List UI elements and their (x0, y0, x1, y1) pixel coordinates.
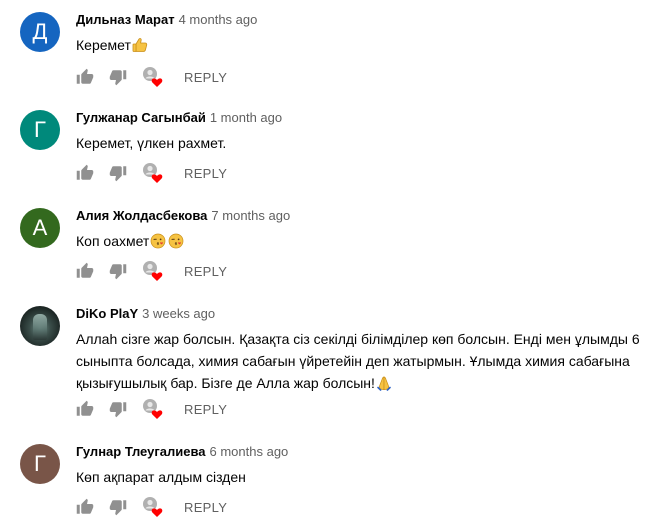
kiss-face-emoji-icon (150, 233, 166, 249)
comment-header: Алия Жолдасбекова 7 months ago (76, 208, 290, 224)
comment-time[interactable]: 3 weeks ago (142, 306, 215, 321)
comment-header: Дильназ Марат 4 months ago (76, 12, 257, 28)
comment-time[interactable]: 7 months ago (211, 208, 290, 223)
comment-header: Гулжанар Сагынбай 1 month ago (76, 110, 282, 126)
comment-text: Коп оахмет (76, 230, 656, 252)
comment-text-content: Аллаh сізге жар болсын. Қазақта сіз секі… (76, 331, 640, 391)
reply-button[interactable]: REPLY (184, 260, 227, 284)
thumbs-down-icon[interactable] (109, 164, 127, 182)
creator-heart-icon (143, 67, 163, 87)
thumbs-down-icon[interactable] (109, 400, 127, 418)
comment-text-content: Керемет, үлкен рахмет. (76, 135, 227, 151)
author-name[interactable]: Дильназ Марат (76, 12, 175, 27)
thumbs-down-icon[interactable] (109, 498, 127, 516)
avatar[interactable] (20, 306, 60, 346)
reply-button[interactable]: REPLY (184, 398, 227, 422)
creator-heart-icon (143, 163, 163, 183)
author-name[interactable]: Алия Жолдасбекова (76, 208, 207, 223)
comment-text: Керемет (76, 34, 656, 56)
comment-header: Гулнар Тлеугалиева 6 months ago (76, 444, 288, 460)
comment-text-content: Көп ақпарат алдым сізден (76, 469, 246, 485)
creator-heart-icon (143, 497, 163, 517)
thumbs-down-icon[interactable] (109, 68, 127, 86)
creator-heart-icon (143, 399, 163, 419)
comment-text-content: Керемет (76, 37, 131, 53)
thumbs-up-icon[interactable] (76, 400, 94, 418)
author-name[interactable]: Гулжанар Сагынбай (76, 110, 206, 125)
comment-text: Керемет, үлкен рахмет. (76, 132, 656, 154)
comment-time[interactable]: 4 months ago (179, 12, 258, 27)
reply-button[interactable]: REPLY (184, 66, 227, 90)
avatar[interactable]: Д (20, 12, 60, 52)
thumbs-up-icon[interactable] (76, 68, 94, 86)
kiss-face-emoji-icon (168, 233, 184, 249)
creator-heart-icon (143, 261, 163, 281)
comment-time[interactable]: 6 months ago (210, 444, 289, 459)
comment-header: DiKo PlaY 3 weeks ago (76, 306, 215, 322)
comment-time[interactable]: 1 month ago (210, 110, 282, 125)
reply-button[interactable]: REPLY (184, 496, 227, 520)
comment-text: Көп ақпарат алдым сізден (76, 466, 656, 488)
avatar[interactable]: Г (20, 444, 60, 484)
comment-text-content: Коп оахмет (76, 233, 150, 249)
avatar[interactable]: А (20, 208, 60, 248)
avatar-figure (33, 314, 47, 340)
thumbs-up-icon[interactable] (76, 262, 94, 280)
thumbs-up-icon[interactable] (76, 498, 94, 516)
reply-button[interactable]: REPLY (184, 162, 227, 186)
author-name[interactable]: Гулнар Тлеугалиева (76, 444, 206, 459)
author-name[interactable]: DiKo PlaY (76, 306, 138, 321)
thumbs-down-icon[interactable] (109, 262, 127, 280)
thumbs-up-emoji-icon (132, 38, 148, 52)
thumbs-up-icon[interactable] (76, 164, 94, 182)
folded-hands-emoji-icon (377, 376, 391, 391)
comment-text: Аллаh сізге жар болсын. Қазақта сіз секі… (76, 328, 656, 394)
avatar[interactable]: Г (20, 110, 60, 150)
